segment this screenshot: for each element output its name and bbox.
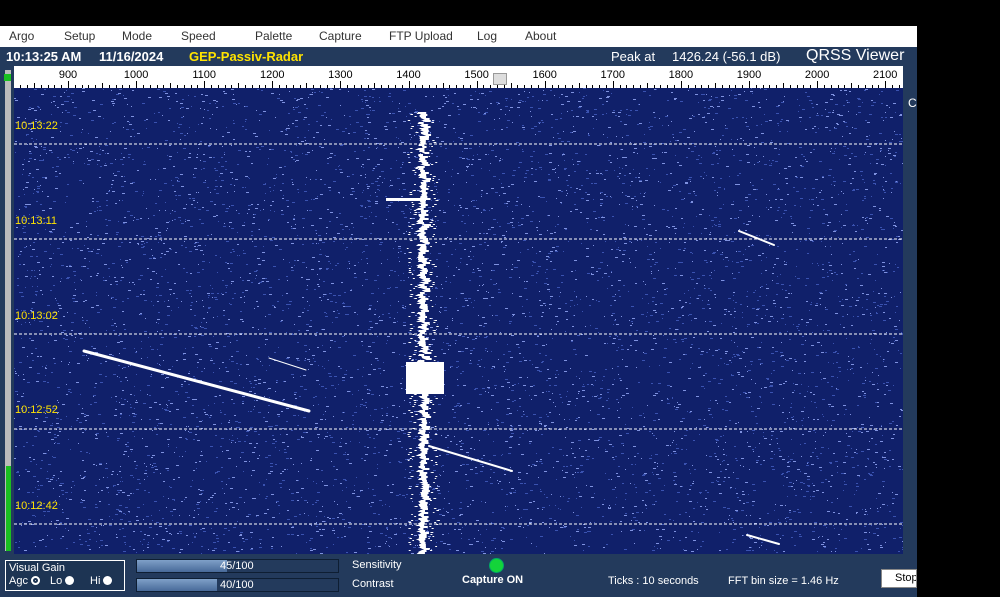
frequency-tick-label: 1800 <box>668 69 694 81</box>
qrss-viewer-window: Argo Setup Mode Speed Palette Capture FT… <box>0 26 917 597</box>
truncated-label: C <box>908 96 917 110</box>
fft-bin-size: FFT bin size = 1.46 Hz <box>728 575 839 587</box>
carrier-trace <box>406 112 440 554</box>
frequency-tick-label: 2100 <box>872 69 898 81</box>
status-date: 11/16/2024 <box>99 49 164 64</box>
frequency-tick-label: 2000 <box>804 69 830 81</box>
menu-about[interactable]: About <box>525 29 556 43</box>
frequency-tick <box>612 81 614 88</box>
control-panel: Visual Gain Agc Lo Hi 45/100 Sensitivity… <box>0 554 917 597</box>
sensitivity-slider[interactable]: 45/100 <box>136 559 339 573</box>
waterfall-canvas <box>14 88 903 554</box>
menu-log[interactable]: Log <box>477 29 497 43</box>
capture-status-light[interactable] <box>489 558 504 573</box>
frequency-tick-label: 1500 <box>464 69 489 81</box>
contrast-slider[interactable]: 40/100 <box>136 578 339 592</box>
capture-status: Capture ON <box>462 574 524 586</box>
sensitivity-slider-fill <box>137 560 228 572</box>
time-label: 10:13:22 <box>15 120 58 132</box>
frequency-scale[interactable]: 900 1000 1100 1200 1300 1400 1500 1600 1700 1800 1… <box>14 66 903 88</box>
frequency-marker-handle[interactable] <box>493 73 507 85</box>
frequency-tick-label: 1000 <box>123 69 149 81</box>
agc-label: Agc <box>9 575 28 587</box>
time-label: 10:13:02 <box>15 310 58 322</box>
frequency-tick-label: 900 <box>58 69 78 81</box>
lo-option[interactable]: Lo <box>50 575 75 587</box>
frequency-tick <box>408 81 410 88</box>
frequency-tick <box>204 81 206 88</box>
frequency-tick-label: 1300 <box>328 69 353 81</box>
hi-label: Hi <box>90 575 101 587</box>
frequency-tick <box>749 81 750 88</box>
frequency-tick-label: 1100 <box>192 69 217 81</box>
frequency-tick <box>272 81 274 88</box>
app-brand: QRSS Viewer <box>806 47 905 64</box>
frequency-tick-label: 1200 <box>260 69 285 81</box>
status-bar: 10:13:25 AM 11/16/2024 GEP-Passiv-Radar … <box>0 47 917 65</box>
menu-capture[interactable]: Capture <box>319 29 362 43</box>
frequency-tick <box>680 81 682 88</box>
station-name: GEP-Passiv-Radar <box>189 49 304 64</box>
frequency-tick <box>817 81 819 88</box>
lo-label: Lo <box>50 575 63 587</box>
visual-gain-title: Visual Gain <box>9 562 66 574</box>
doppler-trace <box>268 357 307 371</box>
agc-option[interactable]: Agc <box>9 575 40 587</box>
doppler-trace <box>738 230 775 246</box>
menu-ftp-upload[interactable]: FTP Upload <box>389 29 453 43</box>
contrast-slider-fill <box>137 579 218 591</box>
menu-mode[interactable]: Mode <box>122 29 152 43</box>
frequency-tick-label: 1900 <box>736 69 762 81</box>
menu-setup[interactable]: Setup <box>64 29 95 43</box>
contrast-label: Contrast <box>352 578 394 590</box>
menu-speed[interactable]: Speed <box>181 29 216 43</box>
frequency-tick <box>544 81 546 88</box>
time-label: 10:13:11 <box>15 215 58 227</box>
doppler-trace <box>428 445 513 472</box>
agc-radio[interactable] <box>30 576 40 585</box>
stop-button[interactable]: Stop <box>881 569 917 588</box>
time-label: 10:12:42 <box>15 500 58 512</box>
visual-gain-group: Visual Gain Agc Lo Hi <box>5 560 125 591</box>
level-gauge-fill <box>6 466 11 551</box>
hi-radio[interactable] <box>103 576 113 585</box>
frequency-tick <box>68 81 69 88</box>
peak-label: Peak at <box>611 49 656 64</box>
frequency-tick <box>136 81 138 88</box>
status-time: 10:13:25 AM <box>6 49 82 64</box>
frequency-tick <box>476 81 478 88</box>
sensitivity-label: Sensitivity <box>352 559 402 571</box>
menu-argo[interactable]: Argo <box>9 29 34 43</box>
noise-speckle-layer <box>14 88 903 554</box>
menu-palette[interactable]: Palette <box>255 29 292 43</box>
waterfall-display[interactable]: 10:13:22 10:13:11 10:13:02 10:12:52 10:1… <box>14 88 903 554</box>
hi-option[interactable]: Hi <box>90 575 113 587</box>
level-gauge-top-indicator <box>4 74 11 81</box>
frequency-tick <box>340 81 342 88</box>
frequency-tick <box>885 81 887 88</box>
lo-radio[interactable] <box>65 576 75 585</box>
signal-burst <box>406 362 444 394</box>
frequency-tick-label: 1600 <box>532 69 557 81</box>
frequency-tick-label: 1700 <box>600 69 626 81</box>
frequency-tick-label: 1400 <box>396 69 421 81</box>
contrast-value: 40/100 <box>220 579 254 591</box>
time-label: 10:12:52 <box>15 404 58 416</box>
ticks-info: Ticks : 10 seconds <box>608 575 699 587</box>
sensitivity-value: 45/100 <box>220 560 254 572</box>
menu-bar: Argo Setup Mode Speed Palette Capture FT… <box>0 26 917 47</box>
signal-spur <box>386 198 426 201</box>
noise-speckle-bright <box>14 88 903 554</box>
carrier-signal <box>386 112 444 554</box>
peak-value: 1426.24 (-56.1 dB) <box>672 49 781 64</box>
